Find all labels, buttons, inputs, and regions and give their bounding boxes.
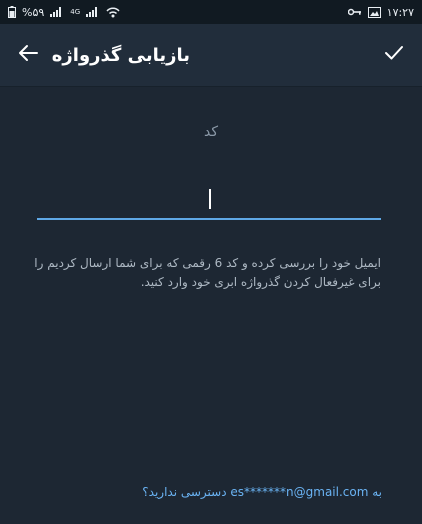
vpn-key-icon	[347, 8, 362, 16]
text-cursor	[209, 189, 211, 209]
image-icon	[367, 6, 381, 18]
clock: ۱۷:۲۷	[386, 5, 414, 19]
confirm-button[interactable]	[366, 24, 422, 86]
wifi-icon	[106, 6, 120, 18]
signal-icon	[86, 7, 100, 17]
battery-icon	[8, 6, 16, 18]
signal-icon	[50, 7, 64, 17]
checkmark-icon	[384, 45, 404, 65]
no-access-link[interactable]: به es*******n@gmail.com دسترسی ندارید؟	[142, 485, 382, 499]
status-bar: %۵۹ 4G ۱۷:۲۷	[0, 0, 422, 24]
arrow-left-icon	[18, 44, 38, 66]
battery-percent: %۵۹	[22, 5, 45, 19]
help-text: ایمیل خود را بررسی کرده و کد 6 رقمی که ب…	[34, 254, 381, 292]
toolbar: بازیابی گذرواژه	[0, 24, 422, 87]
network-type-label: 4G	[70, 7, 81, 16]
status-bar-left: %۵۹ 4G	[8, 6, 120, 19]
help-text-line: ایمیل خود را بررسی کرده و کد 6 رقمی که ب…	[34, 256, 381, 270]
page-title: بازیابی گذرواژه	[51, 44, 190, 66]
status-bar-right: ۱۷:۲۷	[347, 5, 414, 19]
help-text-line: برای غیرفعال کردن گذرواژه ابری خود وارد …	[140, 275, 381, 289]
back-button[interactable]	[0, 24, 56, 86]
code-label: کد	[203, 124, 218, 140]
